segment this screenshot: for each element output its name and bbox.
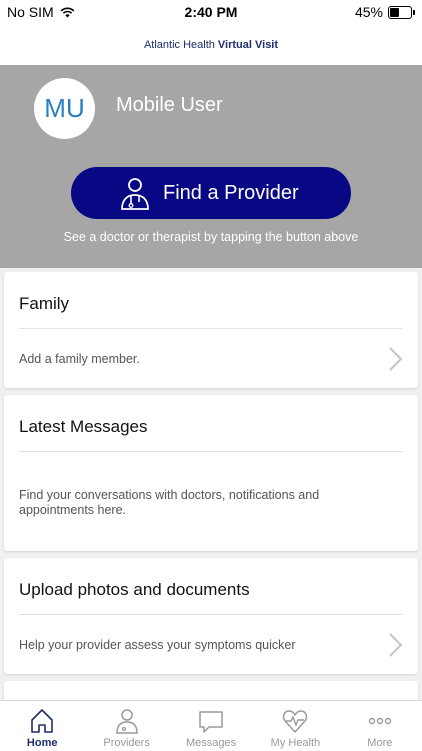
brand-product: Virtual Visit xyxy=(217,38,279,51)
find-provider-caption: See a doctor or therapist by tapping the… xyxy=(63,230,359,244)
profile-hero: MU Mobile User Find a Provider See a doc… xyxy=(0,65,422,268)
card-description: Add a family member. xyxy=(19,352,140,366)
tab-label: Home xyxy=(26,737,58,749)
card-divider xyxy=(19,328,403,329)
avatar[interactable]: MU xyxy=(34,78,95,139)
battery-icon xyxy=(388,5,415,19)
card-title: Upload photos and documents xyxy=(19,580,250,599)
card-description: Find your conversations with doctors, no… xyxy=(19,488,320,517)
card-title: Family xyxy=(19,294,70,313)
card-title: Latest Messages xyxy=(19,417,148,436)
find-provider-button[interactable]: Find a Provider xyxy=(71,167,351,219)
card-divider xyxy=(19,614,403,615)
upload-card[interactable]: Upload photos and documents Help your pr… xyxy=(4,558,418,674)
provider-icon xyxy=(115,709,138,734)
card-description: Help your provider assess your symptoms … xyxy=(19,638,296,652)
chevron-right-icon[interactable] xyxy=(388,632,404,658)
battery-level xyxy=(390,7,399,17)
tab-providers[interactable]: Providers xyxy=(84,701,168,751)
tab-label: My Health xyxy=(270,737,321,749)
card-divider xyxy=(19,451,403,452)
tab-more[interactable]: More xyxy=(338,701,422,751)
user-name: Mobile User xyxy=(116,94,223,116)
tab-label: Providers xyxy=(103,737,150,749)
home-icon xyxy=(31,709,54,733)
bottom-tab-bar: Home Providers Messages My Health More xyxy=(0,700,422,751)
more-icon xyxy=(368,717,392,725)
app-header: Atlantic Health Virtual Visit xyxy=(0,24,422,65)
status-bar: No SIM 2:40 PM 45% xyxy=(0,0,422,24)
brand-name: Atlantic Health xyxy=(143,38,215,51)
battery-percent: 45% xyxy=(354,4,383,20)
tab-home[interactable]: Home xyxy=(0,701,84,751)
message-icon xyxy=(199,711,223,733)
messages-card[interactable]: Latest Messages Find your conversations … xyxy=(4,395,418,551)
family-card[interactable]: Family Add a family member. xyxy=(4,272,418,388)
doctor-icon xyxy=(121,178,149,210)
chevron-right-icon[interactable] xyxy=(388,346,404,372)
tab-my-health[interactable]: My Health xyxy=(253,701,337,751)
tab-label: Messages xyxy=(185,737,237,749)
heart-icon xyxy=(283,710,308,733)
find-provider-label: Find a Provider xyxy=(163,182,299,204)
status-right: 45% xyxy=(354,4,415,20)
tab-label: More xyxy=(367,737,393,749)
tab-messages[interactable]: Messages xyxy=(169,701,253,751)
